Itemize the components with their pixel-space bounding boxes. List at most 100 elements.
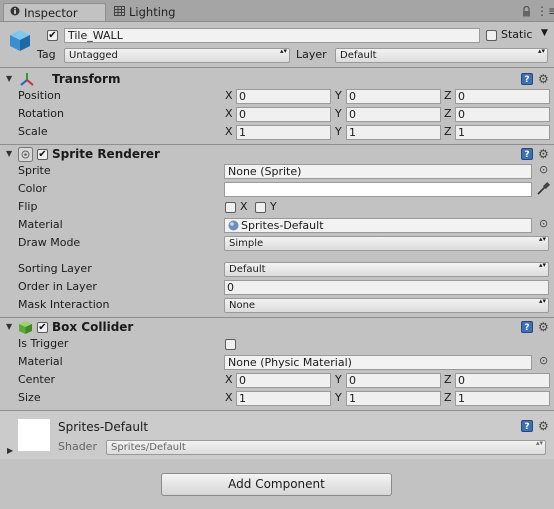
axis-z-label: Z bbox=[444, 373, 452, 386]
sprite-renderer-divider bbox=[0, 317, 554, 318]
material-sphere-icon bbox=[228, 220, 239, 232]
is-trigger-checkbox[interactable] bbox=[225, 339, 236, 350]
scale-z-field[interactable]: 1 bbox=[455, 125, 550, 140]
header-divider bbox=[0, 67, 554, 68]
sprite-renderer-icon bbox=[18, 147, 33, 165]
layer-label: Layer bbox=[296, 48, 327, 61]
material-value: Sprites-Default bbox=[241, 219, 324, 232]
gear-icon[interactable]: ⚙ bbox=[538, 420, 549, 432]
scale-y-field[interactable]: 1 bbox=[346, 125, 441, 140]
active-checkbox[interactable]: ✔ bbox=[47, 30, 58, 41]
sprite-renderer-header[interactable]: ▼ ✔ Sprite Renderer ? ⚙ bbox=[0, 146, 554, 163]
help-icon[interactable]: ? bbox=[521, 73, 533, 85]
box-collider-header[interactable]: ▼ ✔ Box Collider ? ⚙ bbox=[0, 319, 554, 336]
foldout-arrow-icon[interactable]: ▼ bbox=[6, 74, 12, 83]
center-z-field[interactable]: 0 bbox=[455, 373, 550, 388]
order-in-layer-field[interactable]: 0 bbox=[224, 280, 549, 295]
material-preview-name: Sprites-Default bbox=[58, 420, 149, 434]
rotation-x-field[interactable]: 0 bbox=[236, 107, 331, 122]
static-dropdown-icon[interactable]: ▼ bbox=[541, 28, 548, 38]
transform-divider bbox=[0, 144, 554, 145]
object-picker-icon[interactable]: ⊙ bbox=[539, 354, 548, 367]
tab-inspector-label: Inspector bbox=[24, 5, 78, 20]
eyedropper-icon[interactable] bbox=[536, 181, 551, 199]
object-picker-icon[interactable]: ⊙ bbox=[539, 163, 548, 176]
mask-interaction-dropdown[interactable]: None bbox=[224, 298, 549, 313]
scale-label: Scale bbox=[18, 125, 48, 138]
box-collider-enabled-checkbox[interactable]: ✔ bbox=[37, 322, 48, 333]
lighting-icon bbox=[114, 5, 125, 19]
layer-dropdown[interactable]: Default bbox=[335, 48, 548, 63]
position-label: Position bbox=[18, 89, 61, 102]
info-icon bbox=[10, 6, 20, 19]
material-thumbnail bbox=[18, 419, 50, 451]
axis-y-label: Y bbox=[335, 107, 342, 120]
shader-label: Shader bbox=[58, 440, 97, 453]
static-checkbox[interactable] bbox=[486, 30, 497, 41]
help-icon[interactable]: ? bbox=[521, 420, 533, 432]
axis-z-label: Z bbox=[444, 107, 452, 120]
material-label: Material bbox=[18, 218, 63, 231]
mask-interaction-label: Mask Interaction bbox=[18, 298, 110, 311]
tab-lighting-label: Lighting bbox=[129, 5, 176, 19]
material-field[interactable]: Sprites-Default bbox=[224, 218, 532, 233]
center-y-field[interactable]: 0 bbox=[346, 373, 441, 388]
center-x-field[interactable]: 0 bbox=[236, 373, 331, 388]
axis-y-label: Y bbox=[335, 391, 342, 404]
material-preview-section: ▶ Sprites-Default Shader Sprites/Default… bbox=[0, 411, 554, 459]
help-icon[interactable]: ? bbox=[521, 148, 533, 160]
scale-x-field[interactable]: 1 bbox=[236, 125, 331, 140]
transform-title: Transform bbox=[52, 72, 121, 86]
axis-y-label: Y bbox=[335, 373, 342, 386]
axis-y-label: Y bbox=[335, 89, 342, 102]
center-label: Center bbox=[18, 373, 56, 386]
position-x-field[interactable]: 0 bbox=[236, 89, 331, 104]
flip-x-checkbox[interactable] bbox=[225, 202, 236, 213]
sprite-field[interactable]: None (Sprite) bbox=[224, 164, 532, 179]
size-x-field[interactable]: 1 bbox=[236, 391, 331, 406]
collider-material-label: Material bbox=[18, 355, 63, 368]
add-component-button[interactable]: Add Component bbox=[161, 473, 392, 496]
draw-mode-dropdown[interactable]: Simple bbox=[224, 236, 549, 251]
sprite-renderer-enabled-checkbox[interactable]: ✔ bbox=[37, 149, 48, 160]
static-label: Static bbox=[501, 28, 533, 41]
shader-dropdown[interactable]: Sprites/Default bbox=[106, 440, 546, 455]
tab-lighting[interactable]: Lighting bbox=[110, 3, 195, 21]
axis-z-label: Z bbox=[444, 125, 452, 138]
object-picker-icon[interactable]: ⊙ bbox=[539, 217, 548, 230]
foldout-arrow-icon[interactable]: ▶ bbox=[7, 446, 13, 455]
draw-mode-label: Draw Mode bbox=[18, 236, 81, 249]
color-label: Color bbox=[18, 182, 47, 195]
name-field[interactable]: Tile_WALL bbox=[64, 28, 480, 43]
transform-icon bbox=[20, 72, 34, 89]
tag-dropdown[interactable]: Untagged bbox=[64, 48, 290, 63]
sorting-layer-dropdown[interactable]: Default bbox=[224, 262, 549, 277]
help-icon[interactable]: ? bbox=[521, 321, 533, 333]
tab-inspector[interactable]: Inspector bbox=[3, 3, 106, 21]
flip-y-checkbox[interactable] bbox=[255, 202, 266, 213]
rotation-y-field[interactable]: 0 bbox=[346, 107, 441, 122]
axis-x-label: X bbox=[225, 89, 233, 102]
collider-material-field[interactable]: None (Physic Material) bbox=[224, 355, 532, 370]
size-y-field[interactable]: 1 bbox=[346, 391, 441, 406]
color-swatch[interactable] bbox=[224, 182, 532, 197]
flip-x-label: X bbox=[240, 200, 248, 213]
gear-icon[interactable]: ⚙ bbox=[538, 321, 549, 333]
axis-z-label: Z bbox=[444, 391, 452, 404]
transform-header[interactable]: ▼ Transform ? ⚙ bbox=[0, 71, 554, 88]
position-y-field[interactable]: 0 bbox=[346, 89, 441, 104]
foldout-arrow-icon[interactable]: ▼ bbox=[6, 322, 12, 331]
lock-icon[interactable] bbox=[522, 5, 531, 20]
gear-icon[interactable]: ⚙ bbox=[538, 148, 549, 160]
rotation-z-field[interactable]: 0 bbox=[455, 107, 550, 122]
position-z-field[interactable]: 0 bbox=[455, 89, 550, 104]
box-collider-title: Box Collider bbox=[52, 320, 134, 334]
gear-icon[interactable]: ⚙ bbox=[538, 73, 549, 85]
box-collider-icon bbox=[18, 320, 33, 338]
rotation-label: Rotation bbox=[18, 107, 65, 120]
game-object-icon bbox=[8, 28, 32, 52]
size-z-field[interactable]: 1 bbox=[455, 391, 550, 406]
menu-icon[interactable]: ⋮≡ bbox=[536, 4, 554, 18]
axis-x-label: X bbox=[225, 391, 233, 404]
foldout-arrow-icon[interactable]: ▼ bbox=[6, 149, 12, 158]
